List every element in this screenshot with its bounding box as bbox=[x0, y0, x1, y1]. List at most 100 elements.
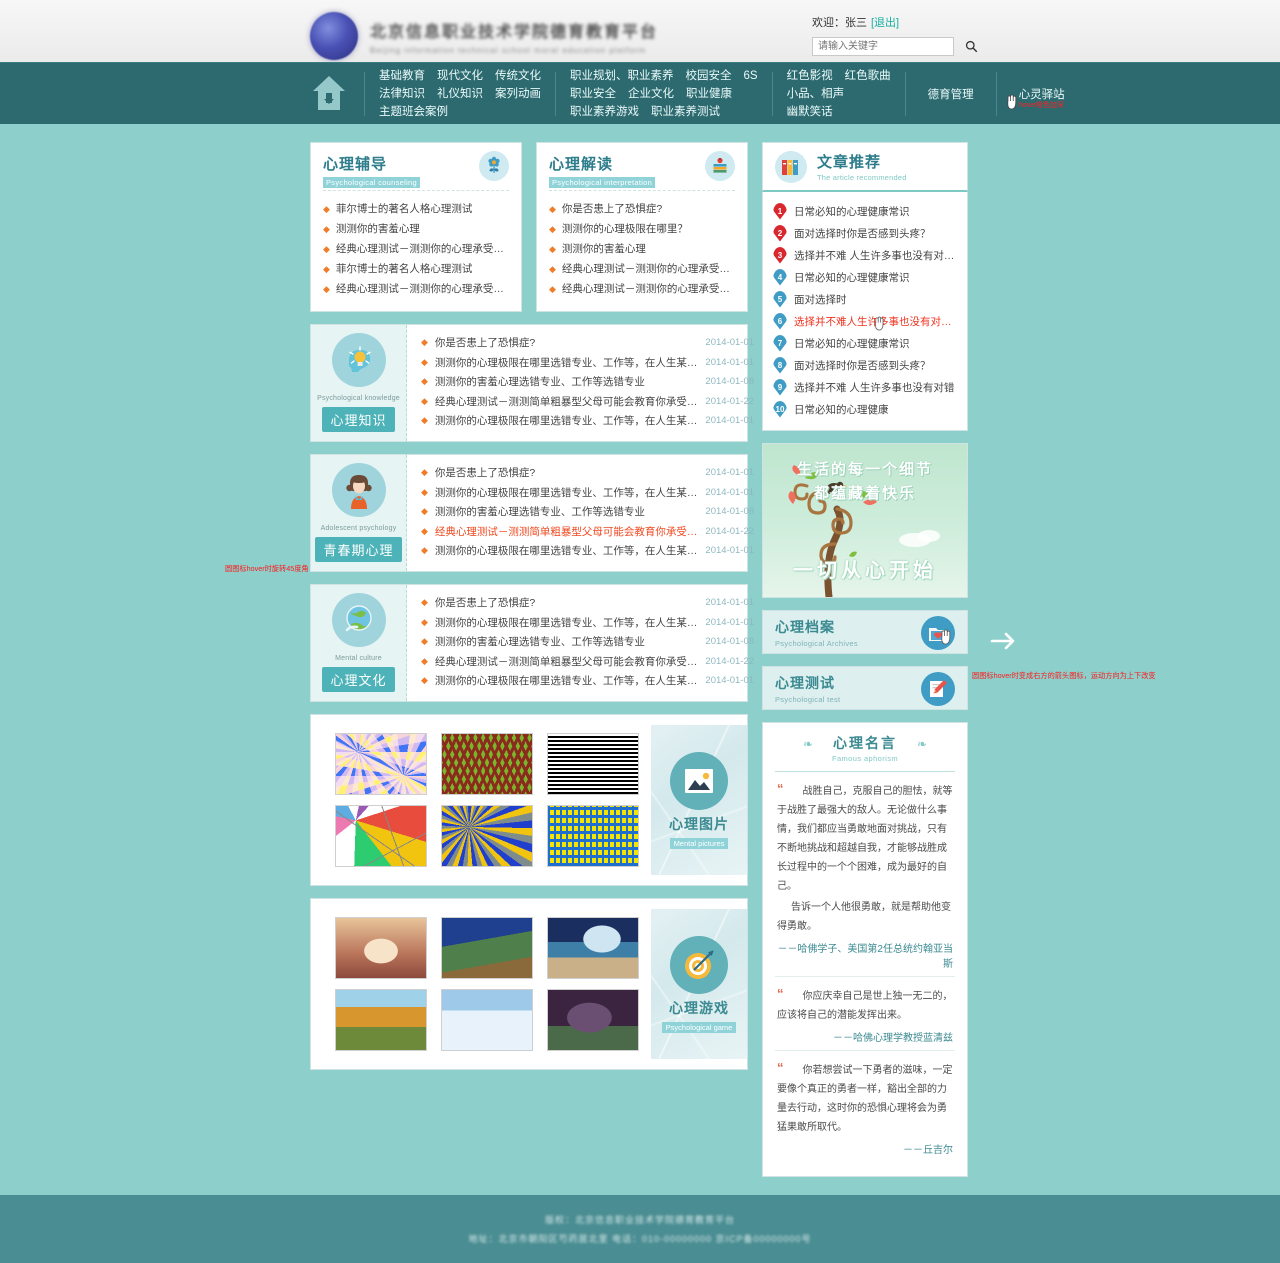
nav-item[interactable]: 现代文化 bbox=[437, 67, 483, 85]
nav-item[interactable]: 传统文化 bbox=[495, 67, 541, 85]
promo-banner[interactable]: 生活的每一个细节 都蕴藏着快乐 一切从心开始 bbox=[762, 443, 968, 598]
nav-item[interactable]: 礼仪知识 bbox=[437, 85, 483, 103]
row-title[interactable]: 你是否患上了恐惧症? bbox=[435, 465, 698, 480]
row-title[interactable]: 经典心理测试－测测简单粗暴型父母可能会教育你承受… bbox=[435, 394, 698, 409]
row-title[interactable]: 测测你的害羞心理选错专业、工作等选错专业 bbox=[435, 634, 698, 649]
sidecard-psychological-archives[interactable]: 心理档案 Psychological Archives 圆图标hover时变成右… bbox=[762, 610, 1156, 680]
gallery-thumb[interactable] bbox=[335, 989, 427, 1051]
nav-item[interactable]: 职业规划、职业素养 bbox=[570, 67, 674, 85]
row-title[interactable]: 经典心理测试－测测简单粗暴型父母可能会教育你承受… bbox=[435, 654, 698, 669]
list-item[interactable]: ◆ 经典心理测试－测测你的心理承受能力 bbox=[323, 279, 509, 299]
gallery-thumb[interactable] bbox=[441, 989, 533, 1051]
nav-item[interactable]: 小品、相声 bbox=[787, 85, 845, 103]
table-row[interactable]: ◆ 你是否患上了恐惧症? 2014-01-01 bbox=[421, 333, 754, 353]
list-item-label[interactable]: 菲尔博士的著名人格心理测试 bbox=[336, 259, 473, 279]
list-item[interactable]: ◆ 测测你的心理极限在哪里？ bbox=[549, 219, 735, 239]
row-title[interactable]: 经典心理测试－测测简单粗暴型父母可能会教育你承受… bbox=[435, 524, 698, 539]
article-link[interactable]: 面对选择时 bbox=[794, 292, 847, 307]
row-title[interactable]: 测测你的心理极限在哪里选错专业、工作等，在人生某… bbox=[435, 615, 698, 630]
list-item[interactable]: ◆ 测测你的害羞心理 bbox=[549, 239, 735, 259]
list-item-label[interactable]: 你是否患上了恐惧症? bbox=[562, 199, 662, 219]
article-link[interactable]: 日常必知的心理健康常识 bbox=[794, 270, 910, 285]
article-link[interactable]: 选择并不难 人生许多事也没有对要心… bbox=[794, 248, 957, 263]
nav-item[interactable]: 企业文化 bbox=[628, 85, 674, 103]
gallery-thumb[interactable] bbox=[547, 917, 639, 979]
article-link[interactable]: 日常必知的心理健康常识 bbox=[794, 336, 910, 351]
list-item[interactable]: 3 选择并不难 人生许多事也没有对要心… bbox=[773, 244, 957, 266]
list-item[interactable]: 7 日常必知的心理健康常识 bbox=[773, 332, 957, 354]
list-item[interactable]: 5 面对选择时 bbox=[773, 288, 957, 310]
list-item[interactable]: ◆ 经典心理测试－测测你的心理承受能力 bbox=[323, 239, 509, 259]
list-item-label[interactable]: 经典心理测试－测测你的心理承受能力 bbox=[336, 239, 509, 259]
list-item[interactable]: 8 面对选择时你是否感到头疼？ bbox=[773, 354, 957, 376]
gallery-thumb[interactable] bbox=[335, 733, 427, 795]
list-item[interactable]: 9 选择并不难 人生许多事也没有对错 bbox=[773, 376, 957, 398]
nav-item[interactable]: 校园安全 bbox=[686, 67, 732, 85]
section-title[interactable]: 青春期心理 bbox=[315, 537, 402, 562]
table-row[interactable]: ◆ 经典心理测试－测测简单粗暴型父母可能会教育你承受… 2014-01-22 bbox=[421, 652, 754, 672]
table-row[interactable]: ◆ 测测你的心理极限在哪里选错专业、工作等，在人生某… 2014-01-01 bbox=[421, 483, 754, 503]
list-item[interactable]: 6 选择并不难人生许多事也没有对错之分 bbox=[773, 310, 957, 332]
nav-item[interactable]: 主题班会案例 bbox=[379, 103, 448, 121]
list-item[interactable]: ◆ 经典心理测试－测测你的心理承受能力 bbox=[549, 259, 735, 279]
article-link[interactable]: 日常必知的心理健康 bbox=[794, 402, 889, 417]
list-item-label[interactable]: 菲尔博士的著名人格心理测试 bbox=[336, 199, 473, 219]
row-title[interactable]: 测测你的心理极限在哪里选错专业、工作等，在人生某… bbox=[435, 543, 698, 558]
list-item[interactable]: ◆ 你是否患上了恐惧症? bbox=[549, 199, 735, 219]
list-item-label[interactable]: 测测你的心理极限在哪里？ bbox=[562, 219, 688, 239]
nav-item[interactable]: 幽默笑话 bbox=[787, 103, 833, 121]
table-row[interactable]: ◆ 你是否患上了恐惧症? 2014-01-01 bbox=[421, 463, 754, 483]
row-title[interactable]: 你是否患上了恐惧症? bbox=[435, 595, 698, 610]
gallery-thumb[interactable] bbox=[547, 733, 639, 795]
nav-item-moral-management[interactable]: 德育管理 bbox=[904, 72, 996, 116]
table-row[interactable]: ◆ 测测你的害羞心理选错专业、工作等选错专业 2014-01-08 bbox=[421, 502, 754, 522]
gallery-thumb[interactable] bbox=[335, 917, 427, 979]
section-title[interactable]: 心理知识 bbox=[322, 407, 395, 432]
arrow-right-button[interactable] bbox=[985, 623, 1021, 659]
article-link[interactable]: 选择并不难 人生许多事也没有对错 bbox=[794, 380, 954, 395]
gallery-thumb[interactable] bbox=[335, 805, 427, 867]
gallery-label-mental-pictures[interactable]: 心理图片 Mental pictures bbox=[651, 725, 747, 875]
gallery-thumb[interactable] bbox=[441, 805, 533, 867]
list-item[interactable]: 1 日常必知的心理健康常识 bbox=[773, 200, 957, 222]
nav-item[interactable]: 案列动画 bbox=[495, 85, 541, 103]
nav-item[interactable]: 基础教育 bbox=[379, 67, 425, 85]
article-link[interactable]: 面对选择时你是否感到头疼？ bbox=[794, 226, 931, 241]
article-link[interactable]: 日常必知的心理健康常识 bbox=[794, 204, 910, 219]
row-title[interactable]: 测测你的害羞心理选错专业、工作等选错专业 bbox=[435, 374, 698, 389]
list-item-label[interactable]: 经典心理测试－测测你的心理承受能力 bbox=[562, 279, 735, 299]
list-item[interactable]: ◆ 测测你的害羞心理 bbox=[323, 219, 509, 239]
sidecard-psychological-test[interactable]: 心理测试 Psychological test bbox=[762, 666, 968, 710]
table-row[interactable]: ◆ 测测你的心理极限在哪里选错专业、工作等，在人生某… 2014-01-01 bbox=[421, 411, 754, 431]
table-row[interactable]: ◆ 经典心理测试－测测简单粗暴型父母可能会教育你承受… 2014-01-22 bbox=[421, 392, 754, 412]
table-row[interactable]: ◆ 测测你的心理极限在哪里选错专业、工作等，在人生某… 2014-01-01 bbox=[421, 671, 754, 691]
table-row[interactable]: ◆ 你是否患上了恐惧症? 2014-01-01 bbox=[421, 593, 754, 613]
list-item-label[interactable]: 测测你的害羞心理 bbox=[562, 239, 646, 259]
list-item-label[interactable]: 经典心理测试－测测你的心理承受能力 bbox=[562, 259, 735, 279]
row-title[interactable]: 你是否患上了恐惧症? bbox=[435, 335, 698, 350]
nav-item[interactable]: 职业健康 bbox=[686, 85, 732, 103]
nav-item[interactable]: 红色影视 bbox=[787, 67, 833, 85]
list-item-label[interactable]: 测测你的害羞心理 bbox=[336, 219, 420, 239]
search-input[interactable] bbox=[812, 37, 954, 56]
list-item[interactable]: ◆ 经典心理测试－测测你的心理承受能力 bbox=[549, 279, 735, 299]
row-title[interactable]: 测测你的害羞心理选错专业、工作等选错专业 bbox=[435, 504, 698, 519]
nav-item-soul-station[interactable]: 心灵驿站 hover橙色加深 bbox=[995, 72, 1087, 116]
gallery-thumb[interactable] bbox=[441, 733, 533, 795]
nav-item[interactable]: 红色歌曲 bbox=[845, 67, 891, 85]
table-row[interactable]: ◆ 测测你的害羞心理选错专业、工作等选错专业 2014-01-08 bbox=[421, 632, 754, 652]
search-button[interactable] bbox=[958, 36, 984, 57]
row-title[interactable]: 测测你的心理极限在哪里选错专业、工作等，在人生某… bbox=[435, 413, 698, 428]
home-button[interactable] bbox=[310, 72, 348, 116]
table-row[interactable]: ◆ 测测你的害羞心理选错专业、工作等选错专业 2014-01-08 bbox=[421, 372, 754, 392]
list-item[interactable]: 4 日常必知的心理健康常识 bbox=[773, 266, 957, 288]
table-row[interactable]: ◆ 测测你的心理极限在哪里选错专业、工作等，在人生某… 2014-01-01 bbox=[421, 613, 754, 633]
list-item[interactable]: ◆ 菲尔博士的著名人格心理测试 bbox=[323, 199, 509, 219]
row-title[interactable]: 测测你的心理极限在哪里选错专业、工作等，在人生某… bbox=[435, 673, 698, 688]
nav-item[interactable]: 职业素养游戏 bbox=[570, 103, 639, 121]
gallery-thumb[interactable] bbox=[547, 989, 639, 1051]
row-title[interactable]: 测测你的心理极限在哪里选错专业、工作等，在人生某… bbox=[435, 355, 698, 370]
list-item[interactable]: 2 面对选择时你是否感到头疼？ bbox=[773, 222, 957, 244]
table-row[interactable]: ◆ 经典心理测试－测测简单粗暴型父母可能会教育你承受… 2014-01-22 bbox=[421, 522, 754, 542]
row-title[interactable]: 测测你的心理极限在哪里选错专业、工作等，在人生某… bbox=[435, 485, 698, 500]
